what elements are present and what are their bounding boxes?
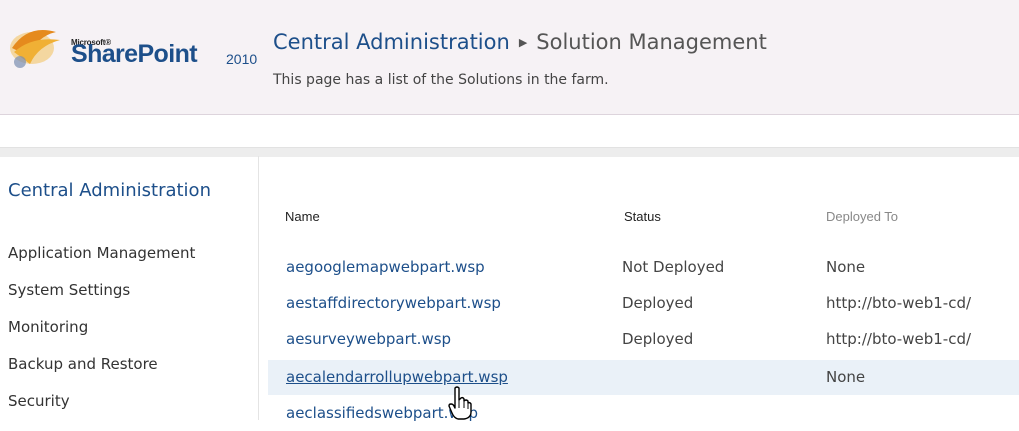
column-header-deployed-to[interactable]: Deployed To <box>826 209 898 224</box>
column-header-status[interactable]: Status <box>624 209 661 224</box>
brand-wordmark: SharePoint <box>71 40 198 68</box>
nav-item-monitoring[interactable]: Monitoring <box>8 318 88 336</box>
table-row[interactable]: aestaffdirectorywebpart.wsp Deployed htt… <box>268 286 1019 321</box>
solution-name-link[interactable]: aecalendarrollupwebpart.wsp <box>286 368 508 386</box>
sharepoint-logo-icon <box>10 30 60 68</box>
table-row[interactable]: aeclassifiedswebpart.wsp <box>268 396 1019 431</box>
nav-item-application-management[interactable]: Application Management <box>8 244 195 262</box>
hand-cursor-icon <box>448 386 472 420</box>
table-row[interactable]: aecalendarrollupwebpart.wsp None <box>268 360 1019 395</box>
nav-item-security[interactable]: Security <box>8 392 70 410</box>
brand-version: 2010 <box>226 51 258 67</box>
solution-name-link[interactable]: aesurveywebpart.wsp <box>286 330 451 348</box>
breadcrumb-separator-icon: ▶ <box>518 36 528 49</box>
column-header-name[interactable]: Name <box>285 209 320 224</box>
table-row[interactable]: aesurveywebpart.wsp Deployed http://bto-… <box>268 322 1019 357</box>
solution-deployed-to: http://bto-web1-cd/ <box>826 330 972 348</box>
solution-deployed-to: None <box>826 258 866 276</box>
sharepoint-logo[interactable]: Microsoft® SharePoint 2010 <box>8 18 270 74</box>
page-description: This page has a list of the Solutions in… <box>273 72 609 88</box>
solution-status: Deployed <box>622 294 694 312</box>
nav-item-system-settings[interactable]: System Settings <box>8 281 130 299</box>
left-navigation: Central Administration Application Manag… <box>0 156 259 420</box>
solution-name-link[interactable]: aegooglemapwebpart.wsp <box>286 258 485 276</box>
page-header: Microsoft® SharePoint 2010 Central Admin… <box>0 0 1019 115</box>
solution-status: Not Deployed <box>622 258 725 276</box>
table-row[interactable]: aegooglemapwebpart.wsp Not Deployed None <box>268 250 1019 285</box>
solution-name-link[interactable]: aestaffdirectorywebpart.wsp <box>286 294 501 312</box>
breadcrumb-solution-management: Solution Management <box>536 30 767 54</box>
solution-status: Deployed <box>622 330 694 348</box>
nav-item-backup-and-restore[interactable]: Backup and Restore <box>8 355 158 373</box>
solution-deployed-to: http://bto-web1-cd/ <box>826 294 972 312</box>
solution-deployed-to: None <box>826 368 866 386</box>
nav-heading-central-administration[interactable]: Central Administration <box>8 180 248 202</box>
breadcrumb-central-administration[interactable]: Central Administration <box>273 30 510 54</box>
breadcrumb: Central Administration ▶ Solution Manageme… <box>273 30 767 54</box>
